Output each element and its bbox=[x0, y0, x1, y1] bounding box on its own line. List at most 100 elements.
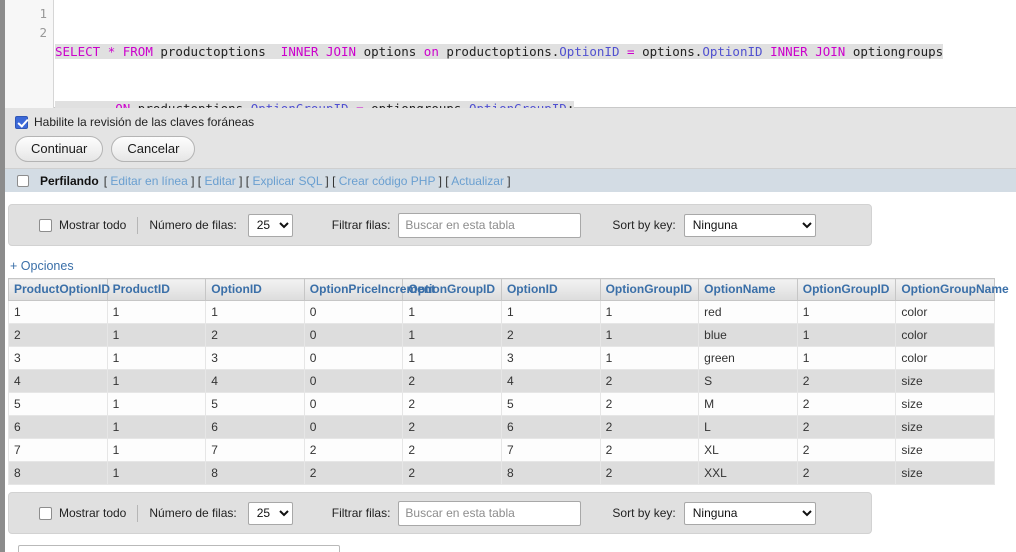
show-all-checkbox-top[interactable] bbox=[39, 218, 52, 232]
editor-line-number-gutter: 1 2 bbox=[5, 0, 54, 108]
foreign-key-checkbox[interactable] bbox=[15, 115, 28, 129]
table-cell: 2 bbox=[599, 438, 700, 462]
table-cell: color bbox=[895, 346, 995, 370]
table-cell: 1 bbox=[106, 323, 207, 347]
sort-by-key-label-top: Sort by key: bbox=[612, 218, 676, 232]
table-cell: 1 bbox=[500, 300, 601, 324]
table-row[interactable]: 6 1 6 0 2 6 2 L 2 size bbox=[8, 415, 995, 439]
table-cell: 2 bbox=[402, 415, 502, 439]
bracket-open: [ bbox=[194, 173, 205, 188]
column-header-4[interactable]: OptionPriceIncrement bbox=[303, 278, 435, 301]
foreign-key-check-row[interactable]: Habilite la revisión de las claves forán… bbox=[15, 115, 254, 129]
query-box-partial[interactable] bbox=[18, 545, 340, 552]
table-cell: 2 bbox=[500, 323, 601, 347]
sql-query-editor[interactable]: 1 2 SELECT * FROM productoptions INNER J… bbox=[5, 0, 1016, 116]
profiling-label: Perfilando bbox=[40, 173, 99, 188]
table-cell: size bbox=[895, 392, 995, 416]
column-header-7[interactable]: OptionGroupID bbox=[599, 278, 700, 301]
rows-count-select-top[interactable]: 2550100250500 bbox=[247, 213, 293, 237]
table-cell: 7 bbox=[500, 438, 601, 462]
table-cell: 1 bbox=[8, 300, 108, 324]
show-all-control-bottom[interactable]: Mostrar todo bbox=[39, 506, 126, 520]
foreign-key-label: Habilite la revisión de las claves forán… bbox=[34, 115, 255, 129]
column-header-3[interactable]: OptionID bbox=[205, 278, 305, 301]
table-cell: 1 bbox=[106, 346, 207, 370]
table-cell: 2 bbox=[796, 369, 897, 393]
show-all-checkbox-bottom[interactable] bbox=[39, 506, 52, 520]
table-cell: 6 bbox=[500, 415, 601, 439]
table-cell: size bbox=[895, 415, 995, 439]
bracket-close: ] bbox=[435, 173, 442, 188]
table-cell: 0 bbox=[303, 300, 404, 324]
rows-count-label-bottom: Número de filas: bbox=[149, 506, 237, 520]
table-cell: 6 bbox=[205, 415, 305, 439]
table-cell: 4 bbox=[8, 369, 108, 393]
column-header-8[interactable]: OptionName bbox=[698, 278, 798, 301]
bracket-open: [ bbox=[242, 173, 253, 188]
table-cell: 7 bbox=[205, 438, 305, 462]
table-cell: 2 bbox=[599, 461, 700, 485]
bracket-open: [ bbox=[328, 173, 339, 188]
table-row[interactable]: 1 1 1 0 1 1 1 red 1 color bbox=[8, 300, 995, 324]
filter-rows-label-top: Filtrar filas: bbox=[331, 218, 391, 232]
table-cell: XXL bbox=[698, 461, 798, 485]
column-header-9[interactable]: OptionGroupID bbox=[796, 278, 897, 301]
table-cell: 8 bbox=[205, 461, 305, 485]
show-all-label-bottom: Mostrar todo bbox=[59, 506, 127, 520]
column-header-1[interactable]: ProductOptionID bbox=[8, 278, 110, 301]
continue-button[interactable]: Continuar bbox=[15, 136, 104, 162]
profiling-band: Perfilando [ Editar en línea ] [ Editar … bbox=[5, 169, 1016, 192]
filter-rows-label-bottom: Filtrar filas: bbox=[331, 506, 391, 520]
filter-rows-input-top[interactable] bbox=[398, 212, 582, 238]
table-cell: 1 bbox=[106, 300, 207, 324]
table-cell: 1 bbox=[106, 392, 207, 416]
sort-by-key-select-bottom[interactable]: NingunaPRIMARY bbox=[683, 501, 816, 525]
table-row[interactable]: 7 1 7 2 2 7 2 XL 2 size bbox=[8, 438, 995, 462]
table-row[interactable]: 2 1 2 0 1 2 1 blue 1 color bbox=[8, 323, 995, 347]
profiling-checkbox[interactable] bbox=[17, 174, 29, 187]
table-cell: 0 bbox=[303, 392, 404, 416]
column-header-10[interactable]: OptionGroupName bbox=[895, 278, 1009, 301]
table-cell: 1 bbox=[106, 369, 207, 393]
results-table-wrapper: ProductOptionID ProductID OptionID OptionPr… bbox=[8, 278, 1009, 485]
table-cell: M bbox=[698, 392, 798, 416]
table-cell: 1 bbox=[402, 300, 502, 324]
cancel-button[interactable]: Cancelar bbox=[111, 136, 196, 162]
profiling-link-1[interactable]: Editar en línea bbox=[110, 174, 187, 188]
table-cell: 2 bbox=[402, 392, 502, 416]
table-cell: 2 bbox=[599, 369, 700, 393]
profiling-link-4[interactable]: Crear código PHP bbox=[339, 174, 436, 188]
table-cell: 0 bbox=[303, 346, 404, 370]
show-all-control-top[interactable]: Mostrar todo bbox=[39, 218, 126, 232]
line-number-2: 2 bbox=[39, 25, 47, 40]
table-cell: 2 bbox=[796, 415, 897, 439]
sort-by-key-select-top[interactable]: NingunaPRIMARY bbox=[683, 213, 816, 237]
table-row[interactable]: 3 1 3 0 1 3 1 green 1 color bbox=[8, 346, 995, 370]
column-header-2[interactable]: ProductID bbox=[106, 278, 207, 301]
table-cell: 2 bbox=[796, 438, 897, 462]
table-cell: 2 bbox=[599, 392, 700, 416]
table-row[interactable]: 5 1 5 0 2 5 2 M 2 size bbox=[8, 392, 995, 416]
table-cell: 2 bbox=[796, 461, 897, 485]
sort-by-key-label-bottom: Sort by key: bbox=[612, 506, 676, 520]
table-row[interactable]: 8 1 8 2 2 8 2 XXL 2 size bbox=[8, 461, 995, 485]
rows-count-select-bottom[interactable]: 2550100250500 bbox=[247, 501, 293, 525]
column-header-6[interactable]: OptionID bbox=[500, 278, 601, 301]
table-cell: 2 bbox=[303, 438, 404, 462]
table-cell: 2 bbox=[402, 438, 502, 462]
table-row[interactable]: 4 1 4 0 2 4 2 S 2 size bbox=[8, 369, 995, 393]
profiling-link-2[interactable]: Editar bbox=[204, 174, 235, 188]
query-actions-band: Habilite la revisión de las claves forán… bbox=[5, 108, 1016, 169]
options-toggle-link[interactable]: + Opciones bbox=[10, 259, 74, 273]
table-cell: 2 bbox=[205, 323, 305, 347]
table-cell: 4 bbox=[205, 369, 305, 393]
table-cell: 0 bbox=[303, 415, 404, 439]
filter-rows-input-bottom[interactable] bbox=[398, 500, 582, 526]
profiling-link-3[interactable]: Explicar SQL bbox=[252, 174, 322, 188]
column-header-5[interactable]: OptionGroupID bbox=[402, 278, 502, 301]
table-cell: L bbox=[698, 415, 798, 439]
table-cell: 2 bbox=[402, 369, 502, 393]
sql-code-line-1: SELECT * FROM productoptions INNER JOIN … bbox=[55, 44, 944, 59]
table-cell: 1 bbox=[796, 323, 897, 347]
profiling-link-5[interactable]: Actualizar bbox=[451, 174, 504, 188]
